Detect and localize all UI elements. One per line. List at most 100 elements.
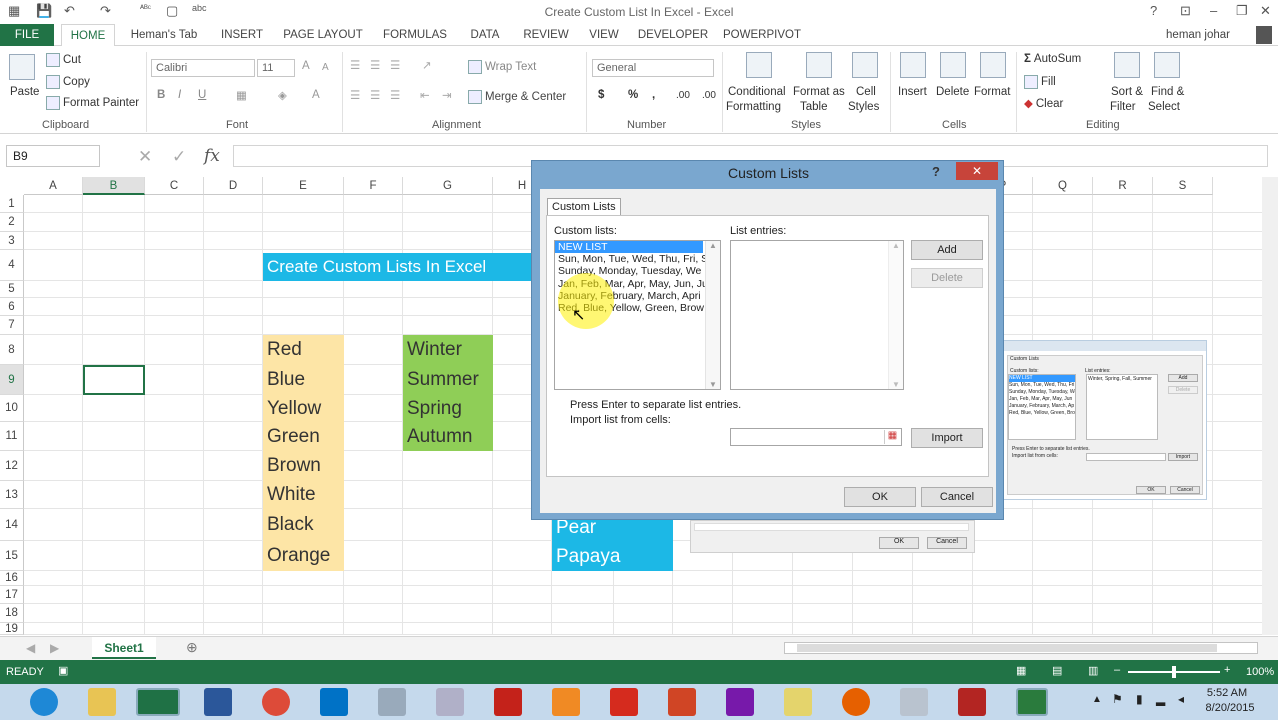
row-header-6[interactable]: 6 [0, 298, 24, 316]
delete-cells-button[interactable]: Delete [936, 86, 969, 98]
season-cell[interactable]: Autumn [403, 422, 493, 451]
percent-button[interactable]: % [628, 89, 638, 101]
zoom-out-icon[interactable]: – [1114, 664, 1120, 676]
dialog-close-icon[interactable]: ✕ [956, 162, 998, 180]
notepad-icon[interactable] [378, 688, 406, 716]
tab-review[interactable]: REVIEW [518, 24, 574, 46]
cancel-button[interactable]: Cancel [921, 487, 993, 507]
paste-icon[interactable] [9, 54, 35, 80]
fill-button[interactable]: Fill [1024, 75, 1056, 89]
ribbon-display-icon[interactable]: ⊡ [1180, 3, 1191, 19]
normal-view-icon[interactable]: ▦ [1016, 664, 1026, 677]
custom-list-item[interactable]: NEW LIST [555, 241, 703, 254]
format-table-label-1[interactable]: Format as [793, 86, 845, 98]
cell-styles-label-2[interactable]: Styles [848, 101, 879, 113]
cell-styles-label-1[interactable]: Cell [856, 86, 876, 98]
color-cell[interactable]: White [263, 481, 344, 509]
vertical-scrollbar[interactable] [1262, 177, 1278, 635]
row-header-7[interactable]: 7 [0, 316, 24, 335]
conditional-formatting-label-1[interactable]: Conditional [728, 86, 786, 98]
scroll-up-icon[interactable]: ▲ [706, 241, 720, 250]
align-left-icon[interactable]: ☰ [350, 88, 360, 102]
insert-function-icon[interactable]: fx [204, 146, 220, 166]
column-header-A[interactable]: A [24, 177, 83, 195]
tab-file[interactable]: FILE [0, 24, 54, 46]
filezilla-icon[interactable] [958, 688, 986, 716]
currency-button[interactable]: $ [598, 89, 604, 101]
minimize-icon[interactable]: – [1210, 3, 1217, 18]
font-color-button[interactable]: A [312, 89, 320, 101]
scroll-thumb[interactable] [797, 644, 1217, 652]
row-header-19[interactable]: 19 [0, 623, 24, 635]
color-cell[interactable]: Orange [263, 541, 344, 571]
new-sheet-icon[interactable]: ⊕ [186, 639, 198, 656]
entries-scrollbar[interactable]: ▲ ▼ [888, 241, 903, 389]
number-format-combo[interactable]: General [592, 59, 714, 77]
align-right-icon[interactable]: ☰ [390, 88, 400, 102]
column-header-S[interactable]: S [1153, 177, 1213, 195]
dialog-help-icon[interactable]: ? [932, 164, 940, 179]
season-cell[interactable]: Winter [403, 335, 493, 365]
row-header-16[interactable]: 16 [0, 571, 24, 586]
fill-color-icon[interactable]: ◈ [278, 88, 287, 102]
word-icon[interactable] [204, 688, 232, 716]
page-break-view-icon[interactable]: ▥ [1088, 664, 1098, 677]
find-select-label-2[interactable]: Select [1148, 101, 1180, 113]
row-header-2[interactable]: 2 [0, 213, 24, 232]
merge-center-button[interactable]: Merge & Center [468, 90, 566, 104]
row-header-9[interactable]: 9 [0, 365, 24, 395]
copy-button[interactable]: Copy [46, 75, 90, 89]
color-cell[interactable]: Blue [263, 365, 344, 395]
color-cell[interactable]: Red [263, 335, 344, 365]
snipping-tool-icon[interactable] [436, 688, 464, 716]
flag-icon[interactable]: ⚑ [1112, 692, 1123, 706]
fruit-cell-papaya[interactable]: Papaya [556, 542, 673, 571]
tab-view[interactable]: VIEW [584, 24, 624, 46]
entries-scroll-down-icon[interactable]: ▼ [889, 380, 903, 389]
tray-arrow-icon[interactable]: ▲ [1092, 694, 1102, 705]
align-center-icon[interactable]: ☰ [370, 88, 380, 102]
row-header-8[interactable]: 8 [0, 335, 24, 365]
restore-icon[interactable]: ❐ [1236, 3, 1248, 19]
color-cell[interactable]: Green [263, 422, 344, 451]
acrobat-icon[interactable] [494, 688, 522, 716]
clock-time[interactable]: 5:52 AM [1200, 687, 1254, 699]
next-sheet-icon[interactable]: ▶ [50, 641, 59, 655]
borders-icon[interactable]: ▦ [236, 88, 247, 102]
battery-icon[interactable]: ▮ [1136, 692, 1143, 706]
name-box[interactable]: B9 [6, 145, 100, 167]
sheet-tab-sheet1[interactable]: Sheet1 [92, 637, 156, 659]
tab-developer[interactable]: DEVELOPER [636, 24, 710, 46]
powerpoint-icon[interactable] [668, 688, 696, 716]
sort-filter-label-1[interactable]: Sort & [1111, 86, 1143, 98]
excel-taskbar-icon[interactable] [136, 688, 180, 716]
italic-button[interactable]: I [178, 89, 181, 101]
align-bottom-icon[interactable]: ☰ [390, 58, 400, 72]
row-header-12[interactable]: 12 [0, 451, 24, 481]
color-cell[interactable]: Brown [263, 451, 344, 481]
title-cell[interactable]: Create Custom Lists In Excel [263, 253, 533, 281]
row-header-4[interactable]: 4 [0, 250, 24, 281]
font-size-combo[interactable]: 11 [257, 59, 295, 77]
tab-formulas[interactable]: FORMULAS [378, 24, 452, 46]
chrome-icon[interactable] [262, 688, 290, 716]
column-header-R[interactable]: R [1093, 177, 1153, 195]
clear-button[interactable]: ◆ Clear [1024, 96, 1063, 110]
align-top-icon[interactable]: ☰ [350, 58, 360, 72]
season-cell[interactable]: Spring [403, 395, 493, 422]
column-header-F[interactable]: F [344, 177, 403, 195]
calculator-icon[interactable] [900, 688, 928, 716]
column-header-E[interactable]: E [263, 177, 344, 195]
zoom-in-icon[interactable]: + [1224, 664, 1230, 676]
row-header-14[interactable]: 14 [0, 509, 24, 541]
mcafee-icon[interactable] [610, 688, 638, 716]
cancel-entry-icon[interactable]: ✕ [138, 147, 152, 167]
volume-icon[interactable]: ◂ [1178, 692, 1184, 706]
row-header-1[interactable]: 1 [0, 195, 24, 213]
ie-icon[interactable] [30, 688, 58, 716]
tab-home[interactable]: HOME [61, 24, 115, 47]
season-cell[interactable]: Summer [403, 365, 493, 395]
column-header-Q[interactable]: Q [1033, 177, 1093, 195]
font-name-combo[interactable]: Calibri [151, 59, 255, 77]
row-header-15[interactable]: 15 [0, 541, 24, 571]
